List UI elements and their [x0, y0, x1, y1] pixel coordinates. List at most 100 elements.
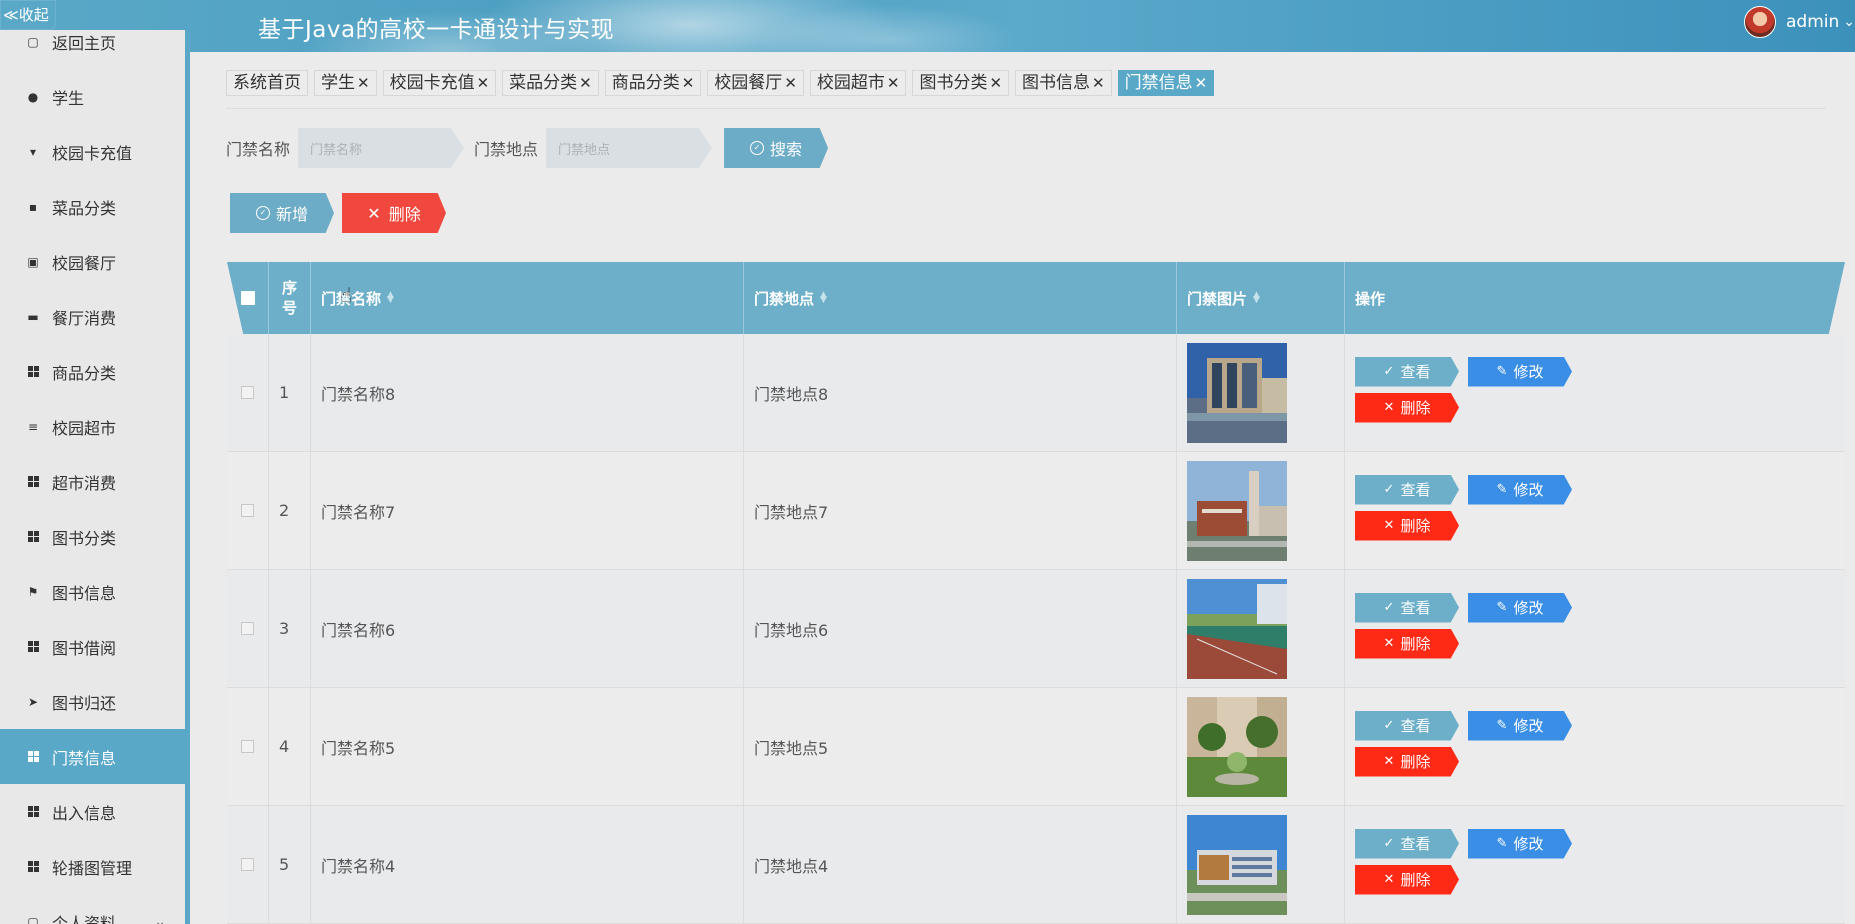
delete-button[interactable]: ✕ 删除 — [1355, 746, 1459, 777]
location-filter-input[interactable]: 门禁地点 — [546, 128, 713, 168]
edit-button[interactable]: ✎ 修改 — [1468, 356, 1572, 387]
select-all-checkbox[interactable] — [240, 291, 255, 305]
view-button[interactable]: ✓ 查看 — [1355, 828, 1459, 859]
tab-access-info[interactable]: 门禁信息 ✕ — [1117, 70, 1215, 96]
close-icon[interactable]: ✕ — [357, 71, 370, 95]
sidebar-item-access-info[interactable]: 门禁信息 — [0, 729, 190, 784]
row-location: 门禁地点4 — [744, 806, 1177, 923]
close-icon[interactable]: ✕ — [477, 71, 490, 95]
grid-icon — [26, 475, 40, 489]
user-menu[interactable]: admin ⌄ — [1743, 6, 1855, 38]
row-checkbox[interactable] — [241, 622, 254, 635]
sidebar-item-supermarket-consume[interactable]: 超市消费 — [0, 454, 190, 509]
sidebar-item-carousel[interactable]: 轮播图管理 — [0, 839, 190, 894]
grid-icon — [26, 530, 40, 544]
close-icon: ✕ — [1383, 636, 1395, 651]
tab-canteen[interactable]: 校园餐厅 ✕ — [707, 70, 804, 96]
sidebar-item-student[interactable]: ● 学生 — [0, 69, 190, 124]
sidebar-item-canteen-consume[interactable]: ▬ 餐厅消费 — [0, 289, 190, 344]
delete-button-label: 删除 — [1400, 517, 1431, 535]
row-name: 门禁名称4 — [311, 806, 744, 923]
search-button[interactable]: ✓ 搜索 — [724, 128, 829, 168]
tab-book-info[interactable]: 图书信息 ✕ — [1015, 70, 1112, 96]
close-icon[interactable]: ✕ — [579, 71, 592, 95]
tab-label: 校园餐厅 — [714, 73, 783, 93]
sidebar-item-goods-category[interactable]: 商品分类 — [0, 344, 190, 399]
sidebar-item-supermarket[interactable]: ≡ 校园超市 — [0, 399, 190, 454]
chevron-down-icon[interactable]: ⌄ — [1843, 14, 1855, 30]
edit-button[interactable]: ✎ 修改 — [1468, 828, 1572, 859]
sidebar-item-book-borrow[interactable]: 图书借阅 — [0, 619, 190, 674]
close-icon[interactable]: ✕ — [887, 71, 900, 95]
close-icon[interactable]: ✕ — [1195, 71, 1208, 95]
action-bar: ✓ 新增 ✕ 删除 — [230, 193, 446, 233]
sidebar-item-card-recharge[interactable]: ▾ 校园卡充值 — [0, 124, 190, 179]
tab-goods-category[interactable]: 商品分类 ✕ — [604, 70, 702, 96]
building-thumbnail[interactable] — [1187, 460, 1287, 561]
row-checkbox[interactable] — [241, 740, 254, 753]
header-name[interactable]: 门禁名称 ▲ ▼ — [311, 262, 744, 334]
delete-button[interactable]: ✕ 删除 — [1355, 510, 1459, 541]
header-location[interactable]: 门禁地点 ▲ ▼ — [744, 262, 1177, 334]
sidebar-item-profile[interactable]: ▢ 个人资料 ⌄ — [0, 894, 190, 924]
sidebar-item-label: 图书借阅 — [52, 638, 117, 658]
building-thumbnail[interactable] — [1187, 696, 1287, 797]
sidebar-item-book-info[interactable]: ⚑ 图书信息 — [0, 564, 190, 619]
close-icon[interactable]: ✕ — [682, 71, 695, 95]
tab-label: 门禁信息 — [1124, 73, 1193, 93]
check-icon: ✓ — [1383, 364, 1395, 379]
header-ops-label: 操作 — [1355, 289, 1386, 308]
check-icon: ✓ — [1383, 482, 1395, 497]
close-icon[interactable]: ✕ — [989, 71, 1002, 95]
sort-icon[interactable]: ▲ ▼ — [387, 291, 394, 305]
tab-book-category[interactable]: 图书分类 ✕ — [912, 70, 1010, 96]
view-button[interactable]: ✓ 查看 — [1355, 356, 1459, 387]
building-thumbnail[interactable] — [1187, 814, 1287, 915]
tab-dish-category[interactable]: 菜品分类 ✕ — [502, 70, 599, 96]
view-button[interactable]: ✓ 查看 — [1355, 710, 1459, 741]
tab-student[interactable]: 学生 ✕ — [314, 70, 377, 96]
sidebar-item-book-return[interactable]: ➤ 图书归还 — [0, 674, 190, 729]
sidebar-item-entry-exit[interactable]: 出入信息 — [0, 784, 190, 839]
delete-button[interactable]: ✕ 删除 — [1355, 864, 1459, 895]
tab-home[interactable]: 系统首页 — [226, 70, 308, 96]
tab-card-recharge[interactable]: 校园卡充值 ✕ — [382, 70, 497, 96]
sidebar-item-canteen[interactable]: ▣ 校园餐厅 — [0, 234, 190, 289]
sidebar-item-home[interactable]: ▢ 返回主页 — [0, 30, 190, 69]
view-button[interactable]: ✓ 查看 — [1355, 592, 1459, 623]
batch-delete-button[interactable]: ✕ 删除 — [342, 193, 446, 233]
row-checkbox[interactable] — [241, 504, 254, 517]
name-filter-input[interactable]: 门禁名称 — [298, 128, 465, 168]
sort-icon[interactable]: ▲ ▼ — [1253, 291, 1260, 305]
sidebar-item-dish-category[interactable]: ▪ 菜品分类 — [0, 179, 190, 234]
table-row: 5 门禁名称4 门禁地点4 ✓ 查看 ✎ 修改 ✕ 删除 — [227, 806, 1845, 924]
delete-button[interactable]: ✕ 删除 — [1355, 392, 1459, 423]
username[interactable]: admin — [1786, 12, 1839, 32]
building-thumbnail[interactable] — [1187, 578, 1287, 679]
row-image-cell — [1177, 806, 1345, 923]
sidebar-item-book-category[interactable]: 图书分类 — [0, 509, 190, 564]
building-thumbnail[interactable] — [1187, 342, 1287, 443]
delete-button[interactable]: ✕ 删除 — [1355, 628, 1459, 659]
view-button[interactable]: ✓ 查看 — [1355, 474, 1459, 505]
row-select-cell — [227, 570, 269, 687]
edit-button[interactable]: ✎ 修改 — [1468, 592, 1572, 623]
grid-icon — [26, 640, 40, 654]
monitor-icon: ▬ — [27, 309, 39, 324]
view-button-label: 查看 — [1400, 717, 1431, 735]
close-icon[interactable]: ✕ — [1092, 71, 1105, 95]
row-checkbox[interactable] — [241, 858, 254, 871]
close-icon[interactable]: ✕ — [784, 71, 797, 95]
header-image[interactable]: 门禁图片 ▲ ▼ — [1177, 262, 1345, 334]
row-checkbox[interactable] — [241, 386, 254, 399]
edit-button[interactable]: ✎ 修改 — [1468, 710, 1572, 741]
tab-supermarket[interactable]: 校园超市 ✕ — [809, 70, 907, 96]
sidebar-item-label: 图书信息 — [52, 583, 117, 603]
edit-icon: ✎ — [1496, 836, 1508, 851]
avatar[interactable] — [1743, 6, 1776, 38]
sort-icon[interactable]: ▲ ▼ — [820, 291, 827, 305]
collapse-button[interactable]: ≪收起 — [0, 0, 56, 30]
row-location: 门禁地点7 — [744, 452, 1177, 569]
add-button[interactable]: ✓ 新增 — [230, 193, 334, 233]
edit-button[interactable]: ✎ 修改 — [1468, 474, 1572, 505]
